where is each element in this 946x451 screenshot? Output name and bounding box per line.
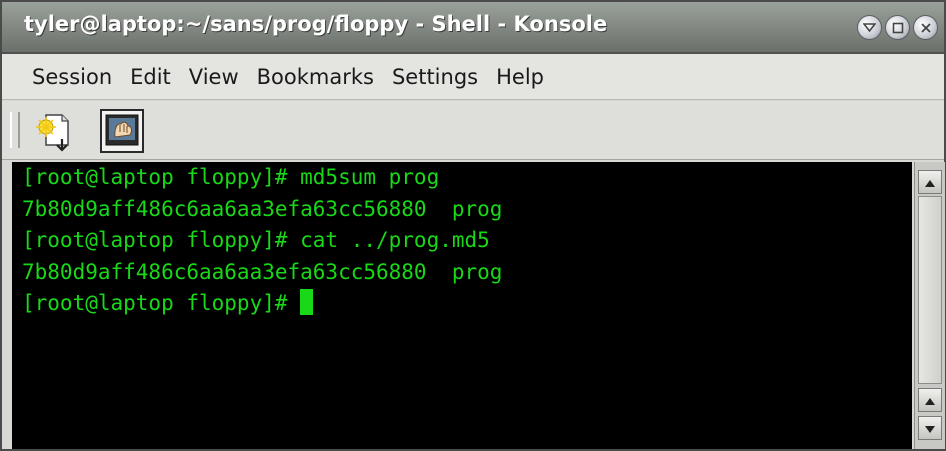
scroll-up-button[interactable] <box>918 170 942 194</box>
arrow-up-icon <box>924 391 936 410</box>
terminal-prompt-line: [root@laptop floppy]# <box>12 288 912 320</box>
terminal-line: [root@laptop floppy]# md5sum prog <box>22 165 440 189</box>
menu-bookmarks[interactable]: Bookmarks <box>257 65 374 89</box>
scroll-down-button[interactable] <box>918 416 942 440</box>
menu-help[interactable]: Help <box>496 65 544 89</box>
scrollbar-thumb[interactable] <box>918 196 942 384</box>
konsole-session-button[interactable] <box>100 109 144 153</box>
terminal-prompt: [root@laptop floppy]# <box>22 291 301 315</box>
menu-icon <box>863 21 876 34</box>
arrow-up-icon <box>924 173 936 192</box>
text-cursor <box>300 289 314 315</box>
toolbar <box>2 101 944 160</box>
window-title: tyler@laptop:~/sans/prog/floppy - Shell … <box>24 12 608 36</box>
menu-bar: Session Edit View Bookmarks Settings Hel… <box>2 54 944 100</box>
menu-edit[interactable]: Edit <box>130 65 171 89</box>
close-icon <box>920 22 932 34</box>
vertical-scrollbar[interactable] <box>914 162 945 449</box>
maximize-icon <box>892 22 904 34</box>
menu-view[interactable]: View <box>189 65 239 89</box>
menu-settings[interactable]: Settings <box>392 65 478 89</box>
terminal-line: 7b80d9aff486c6aa6aa3efa63cc56880 prog <box>22 259 503 284</box>
menu-session[interactable]: Session <box>32 65 112 89</box>
window-controls <box>857 15 938 40</box>
new-session-button[interactable] <box>34 109 78 153</box>
new-session-icon <box>34 114 78 157</box>
scroll-up-button[interactable] <box>918 388 942 412</box>
terminal-line: 7b80d9aff486c6aa6aa3efa63cc56880 prog <box>22 196 503 221</box>
konsole-session-icon <box>102 114 142 155</box>
title-bar[interactable]: tyler@laptop:~/sans/prog/floppy - Shell … <box>2 2 944 54</box>
konsole-window: tyler@laptop:~/sans/prog/floppy - Shell … <box>0 0 946 451</box>
window-menu-button[interactable] <box>857 15 882 40</box>
terminal-output[interactable]: [root@laptop floppy]# md5sum prog 7b80d9… <box>12 162 912 449</box>
toolbar-grip-handle[interactable] <box>10 112 20 148</box>
terminal-line: [root@laptop floppy]# cat ../prog.md5 <box>22 228 490 252</box>
maximize-button[interactable] <box>885 15 910 40</box>
arrow-down-icon <box>924 419 936 438</box>
close-button[interactable] <box>913 15 938 40</box>
